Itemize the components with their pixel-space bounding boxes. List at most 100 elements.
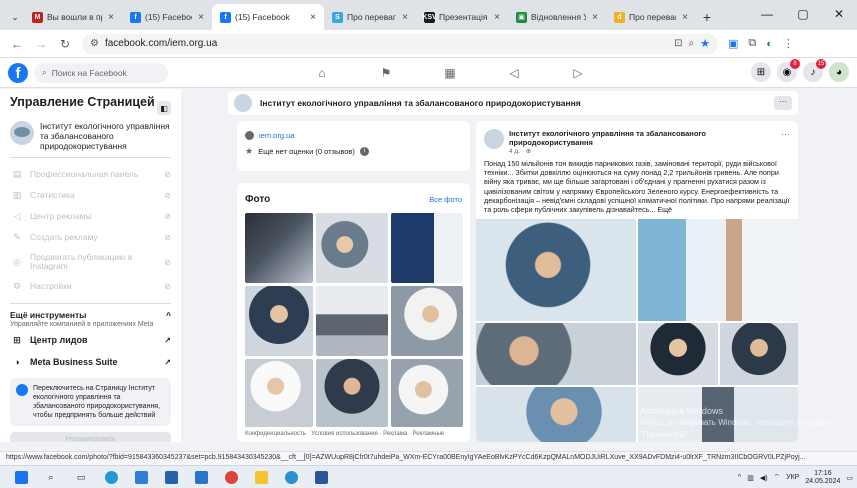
- photo-thumbnail[interactable]: [391, 213, 463, 283]
- extension-icon[interactable]: ▣: [728, 37, 738, 50]
- browser-tab[interactable]: d Про переваги ×: [606, 4, 696, 30]
- task-view-icon[interactable]: ▭: [66, 466, 96, 488]
- network-icon[interactable]: ▥: [747, 474, 754, 482]
- megaphone-icon[interactable]: ◁: [482, 66, 546, 80]
- info-icon[interactable]: i: [359, 146, 369, 156]
- post-image[interactable]: [476, 219, 636, 321]
- tab-list-chevron-icon[interactable]: ⌄: [6, 4, 24, 30]
- chevron-up-icon[interactable]: ^: [166, 310, 171, 320]
- bell-icon[interactable]: ♪ 15: [803, 59, 826, 82]
- tab-close-icon[interactable]: ×: [198, 12, 204, 23]
- sidebar-item[interactable]: ✎ Создать рекламу ⊘: [10, 227, 171, 248]
- sidebar-tool-link[interactable]: ◑ Meta Business Suite ↗: [10, 352, 171, 372]
- explorer-icon[interactable]: [246, 466, 276, 488]
- browser-tab[interactable]: KSVПрезентація пр ×: [416, 4, 508, 30]
- home-icon[interactable]: ⌂: [290, 66, 354, 80]
- post-image[interactable]: [720, 323, 798, 385]
- sidebar-toggle-icon[interactable]: ◧: [157, 101, 171, 115]
- sidebar-item[interactable]: ◎ Продвигать публикацию в Instagram ⊘: [10, 248, 171, 276]
- post-author[interactable]: Інститут екологічного управління та збал…: [509, 129, 776, 147]
- chrome-icon[interactable]: [216, 466, 246, 488]
- sidebar-item[interactable]: ◁ Центр рекламы ⊘: [10, 206, 171, 227]
- post-timestamp[interactable]: 4 д. · ⊕: [509, 147, 776, 155]
- post-image[interactable]: [638, 219, 798, 321]
- install-icon[interactable]: ⊡: [674, 38, 682, 49]
- profile-icon[interactable]: ◐: [766, 38, 773, 50]
- sidebar-item[interactable]: ▤ Профессиональная панель ⊘: [10, 164, 171, 185]
- menu-grid-icon[interactable]: ⊞: [751, 62, 771, 82]
- notification-icon[interactable]: ▭: [846, 474, 853, 482]
- photo-thumbnail[interactable]: [245, 286, 313, 356]
- maximize-button[interactable]: ▢: [785, 7, 821, 21]
- search-icon[interactable]: ⌕: [36, 466, 66, 488]
- more-tools-header[interactable]: Ещё инструменты ^: [10, 310, 171, 320]
- page-header-avatar[interactable]: [234, 94, 252, 112]
- tray-chevron-icon[interactable]: ^: [738, 474, 741, 481]
- tab-close-icon[interactable]: ×: [592, 12, 598, 23]
- zoom-icon[interactable]: ⌕: [689, 38, 695, 49]
- browser-tab[interactable]: f (15) Facebook ×: [122, 4, 212, 30]
- post-image[interactable]: [476, 323, 636, 385]
- switch-page-notice[interactable]: Переключитесь на Страницу Інститут еколо…: [10, 378, 171, 426]
- forward-arrow-icon[interactable]: →: [34, 37, 48, 51]
- post-author-avatar[interactable]: [484, 129, 504, 149]
- photo-thumbnail[interactable]: [391, 286, 463, 356]
- footer-links[interactable]: Конфиденциальность · Условия использован…: [245, 431, 444, 437]
- promote-button[interactable]: Рекламировать: [10, 432, 171, 442]
- post-image[interactable]: [476, 387, 636, 442]
- more-options-button[interactable]: ···: [774, 96, 792, 110]
- close-window-button[interactable]: ✕: [821, 7, 857, 21]
- new-tab-button[interactable]: +: [696, 4, 718, 30]
- back-arrow-icon[interactable]: ←: [10, 37, 24, 51]
- sidebar-item[interactable]: ▥ Статистика ⊘: [10, 185, 171, 206]
- post-image[interactable]: [638, 323, 718, 385]
- marketplace-icon[interactable]: ▦: [418, 66, 482, 80]
- volume-icon[interactable]: ◀): [760, 474, 768, 482]
- menu-dots-icon[interactable]: ⋮: [783, 37, 794, 50]
- url-text[interactable]: facebook.com/iem.org.ua: [105, 38, 668, 49]
- post-more-icon[interactable]: ···: [781, 129, 790, 155]
- facebook-search-input[interactable]: ⌕ Поиск на Facebook: [34, 62, 168, 83]
- tab-close-icon[interactable]: ×: [402, 12, 408, 23]
- tab-close-icon[interactable]: ×: [310, 12, 316, 23]
- browser-tab[interactable]: f (15) Facebook ×: [212, 4, 324, 30]
- video-icon[interactable]: ▷: [546, 66, 610, 80]
- vscode-icon[interactable]: [156, 466, 186, 488]
- browser-tab[interactable]: M Вы вошли в про ×: [24, 4, 122, 30]
- edge-icon[interactable]: [96, 466, 126, 488]
- clock[interactable]: 17:16 24.05.2024: [805, 470, 840, 486]
- flag-icon[interactable]: ⚑: [354, 66, 418, 80]
- photo-thumbnail[interactable]: [316, 359, 388, 427]
- language-indicator[interactable]: УКР: [786, 474, 799, 481]
- minimize-button[interactable]: —: [749, 7, 785, 21]
- sidebar-tool-link[interactable]: ⊞ Центр лидов ↗: [10, 330, 171, 350]
- browser-tab[interactable]: S Про переваги ×: [324, 4, 416, 30]
- photo-thumbnail[interactable]: [391, 359, 463, 427]
- puzzle-icon[interactable]: ⧉: [748, 37, 756, 50]
- sidebar-page-entry[interactable]: Інститут екологічного управління та збал…: [10, 121, 171, 151]
- account-avatar[interactable]: ◕: [829, 62, 849, 82]
- tab-close-icon[interactable]: ×: [108, 12, 114, 23]
- url-field[interactable]: ⚙ facebook.com/iem.org.ua ⊡ ⌕ ★: [82, 33, 718, 54]
- bookmark-star-icon[interactable]: ★: [700, 37, 710, 50]
- photo-thumbnail[interactable]: [245, 359, 313, 427]
- word-icon[interactable]: [306, 466, 336, 488]
- see-all-photos-link[interactable]: Все фото: [429, 195, 462, 204]
- reload-icon[interactable]: ↻: [58, 37, 72, 51]
- tab-close-icon[interactable]: ×: [682, 12, 688, 23]
- browser-icon[interactable]: [276, 466, 306, 488]
- browser-tab[interactable]: ▣ Відновлення Ук ×: [508, 4, 606, 30]
- photo-thumbnail[interactable]: [316, 213, 388, 283]
- tab-close-icon[interactable]: ×: [494, 12, 500, 23]
- facebook-logo-icon[interactable]: f: [8, 62, 28, 83]
- photo-thumbnail[interactable]: [245, 213, 313, 283]
- wifi-icon[interactable]: ⌔: [774, 473, 781, 482]
- sidebar-item[interactable]: ⚙ Настройки ⊘: [10, 276, 171, 297]
- website-link[interactable]: iem.org.ua: [259, 131, 294, 140]
- page-header-name[interactable]: Інститут екологічного управління та збал…: [260, 98, 766, 108]
- photo-thumbnail[interactable]: [316, 286, 388, 356]
- windows-start-icon[interactable]: [6, 466, 36, 488]
- outlook-icon[interactable]: [186, 466, 216, 488]
- files-icon[interactable]: [126, 466, 156, 488]
- site-info-icon[interactable]: ⚙: [90, 38, 99, 49]
